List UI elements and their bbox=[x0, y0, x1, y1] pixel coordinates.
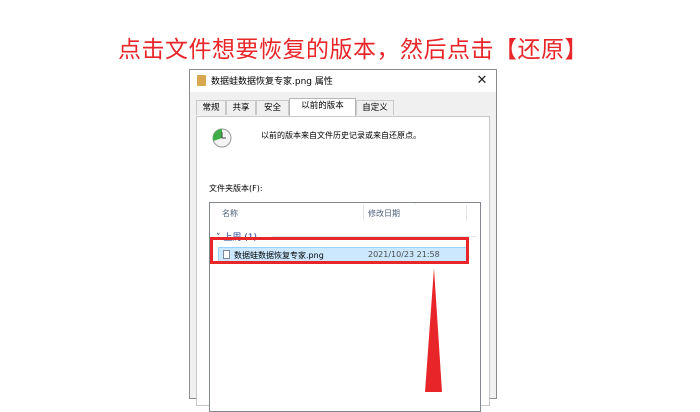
tab-previous-versions[interactable]: 以前的版本 bbox=[289, 98, 356, 116]
annotation-arrow bbox=[425, 268, 442, 392]
